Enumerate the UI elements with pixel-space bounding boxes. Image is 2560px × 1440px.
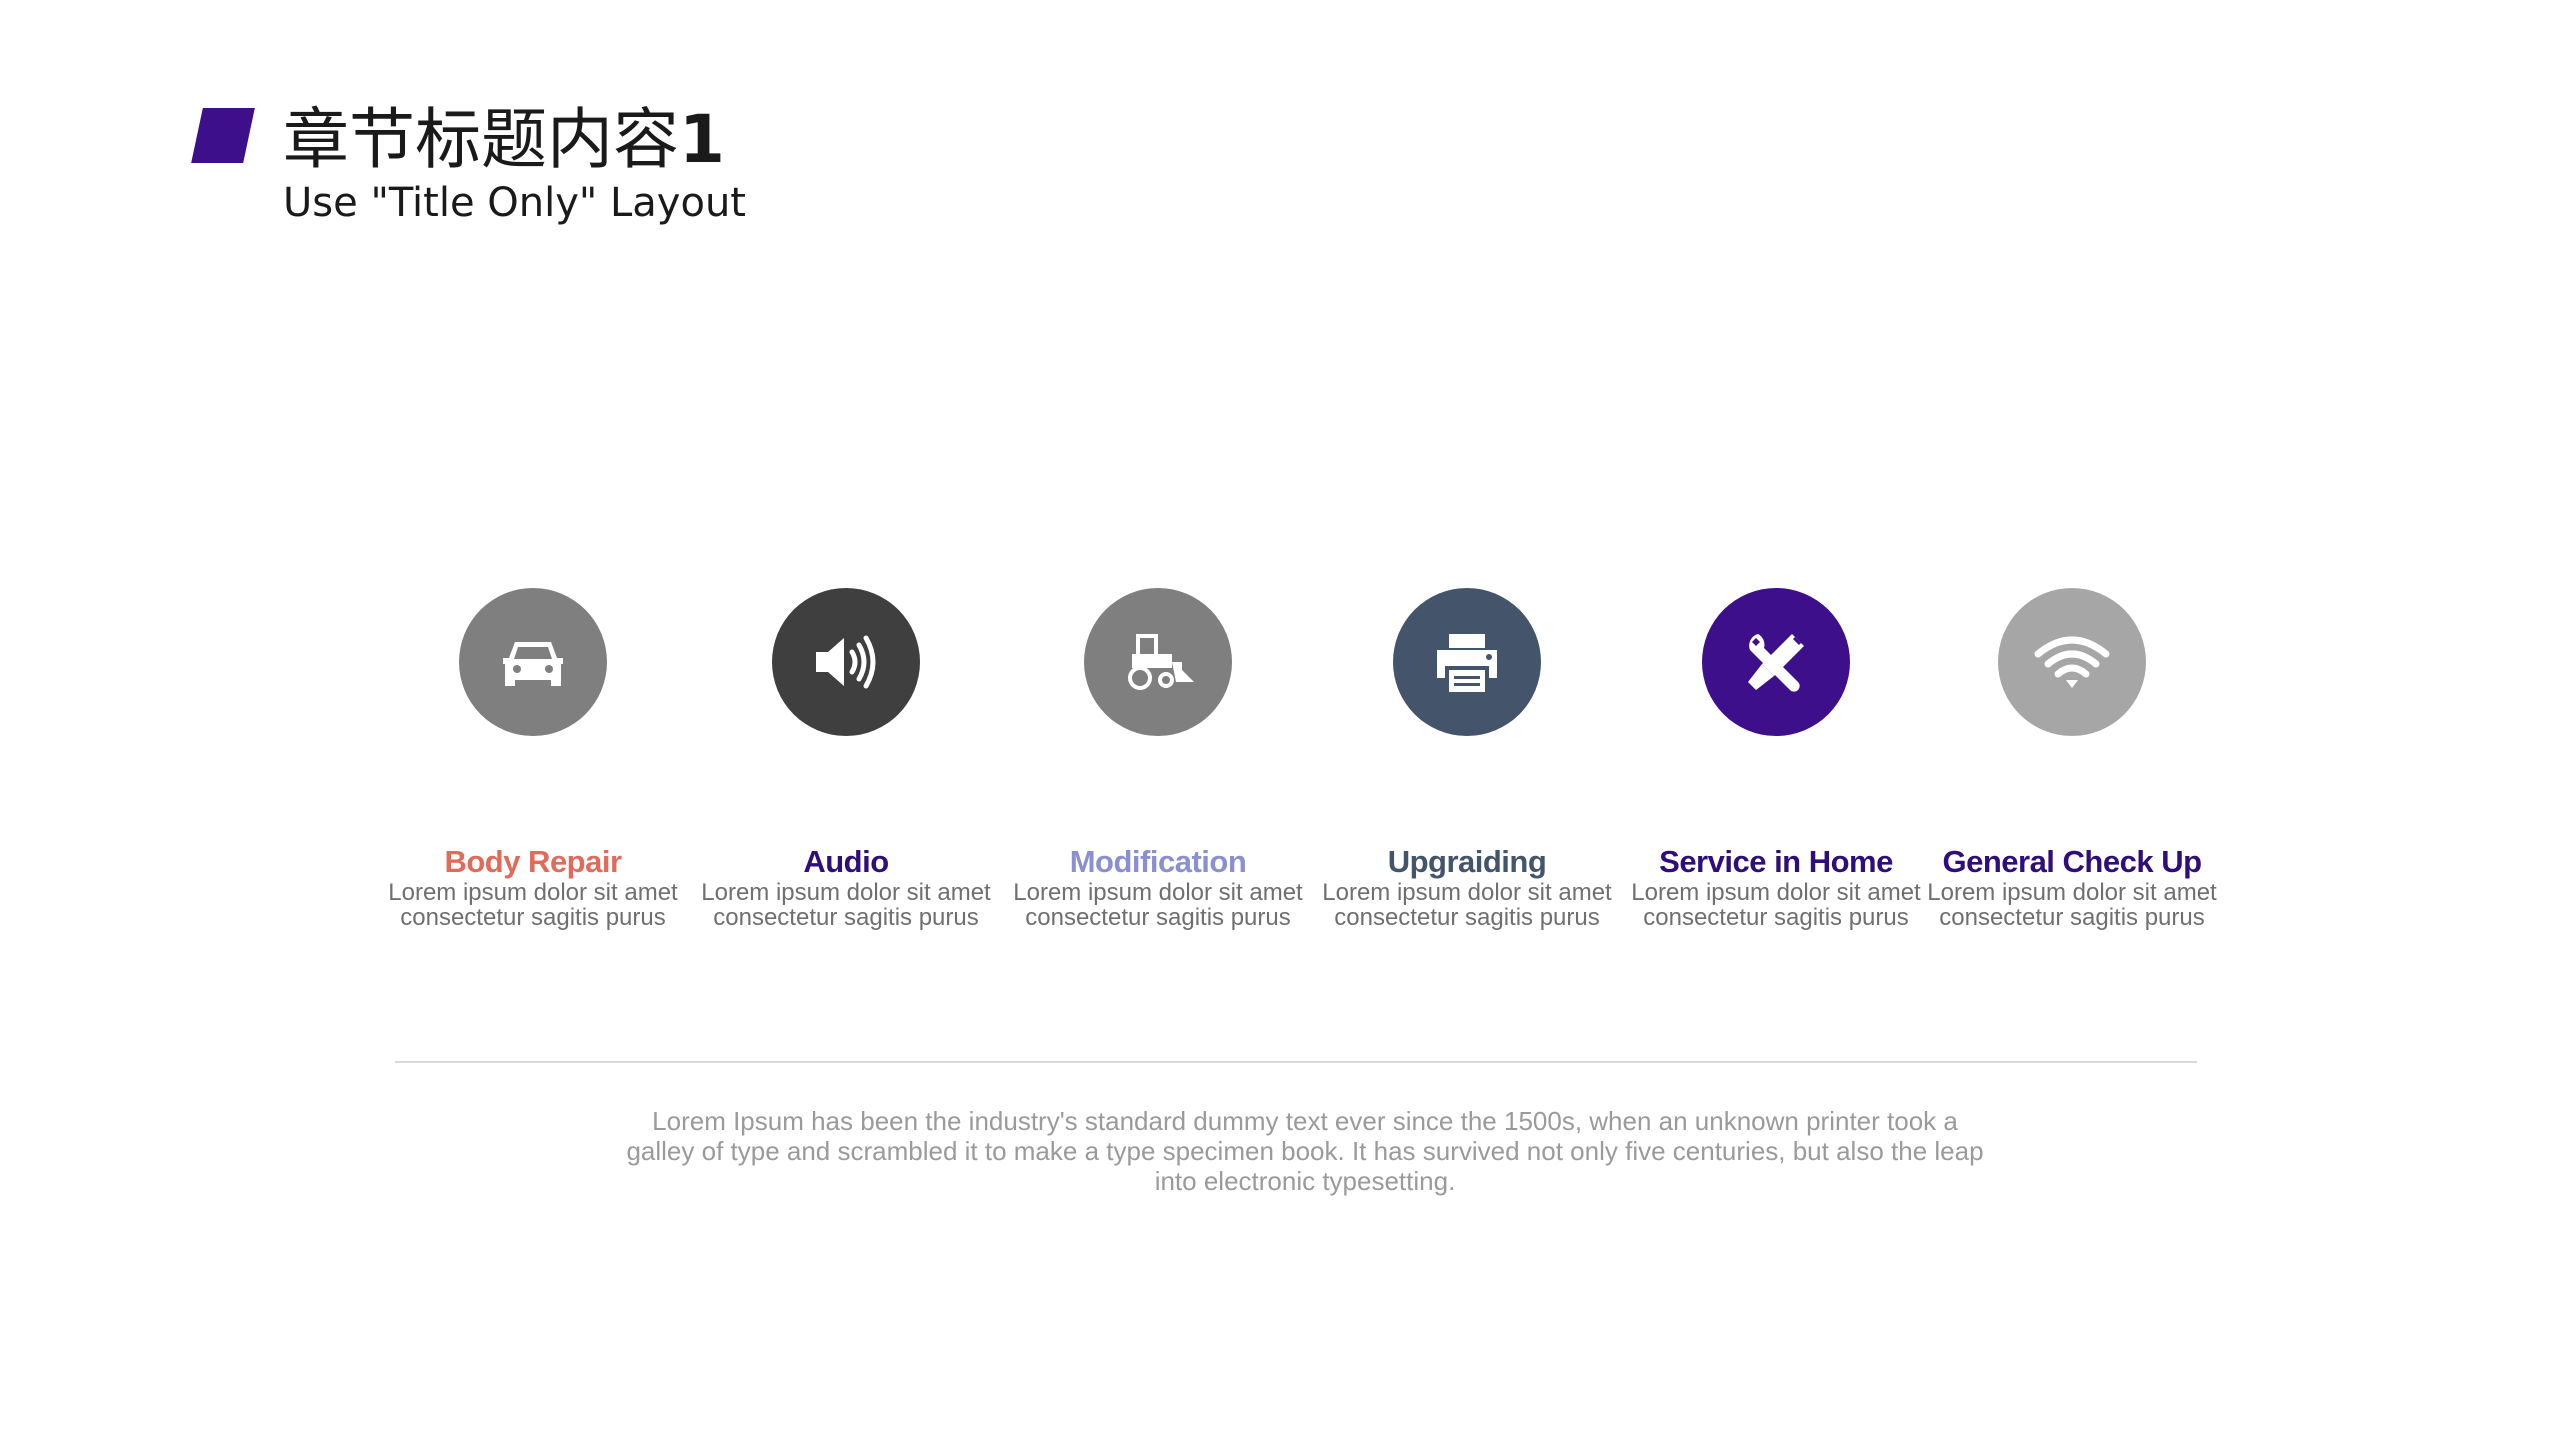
service-description: Lorem ipsum dolor sit amet consectetur s… [1631,879,1921,931]
title-number: 1 [679,101,725,178]
page-subtitle: Use "Title Only" Layout [283,180,746,226]
service-circle-modification [1084,588,1232,736]
service-item-audio: Audio Lorem ipsum dolor sit amet consect… [701,842,991,930]
service-circle-audio [772,588,920,736]
bulldozer-icon [1128,634,1194,690]
service-description: Lorem ipsum dolor sit amet consectetur s… [1927,879,2217,931]
service-item-modification: Modification Lorem ipsum dolor sit amet … [1013,842,1303,930]
service-item-body-repair: Body Repair Lorem ipsum dolor sit amet c… [388,842,678,930]
title-accent-mark [191,108,255,163]
service-circle-body-repair [459,588,607,736]
page-title: 章节标题内容1 [283,100,725,180]
service-item-service-in-home: Service in Home Lorem ipsum dolor sit am… [1631,842,1921,930]
service-circle-general-check-up [1998,588,2146,736]
service-title: Modification [1069,844,1247,879]
car-icon [503,642,563,686]
service-title: Body Repair [444,844,622,879]
slide: 章节标题内容1 Use "Title Only" Layout Body Rep… [0,0,2560,1440]
footer-paragraph: Lorem Ipsum has been the industry's stan… [626,1106,1984,1196]
service-description: Lorem ipsum dolor sit amet consectetur s… [1013,879,1303,931]
service-title: General Check Up [1942,844,2202,879]
speaker-icon [816,635,876,689]
service-item-general-check-up: General Check Up Lorem ipsum dolor sit a… [1927,842,2217,930]
service-description: Lorem ipsum dolor sit amet consectetur s… [701,879,991,931]
service-circle-upgraiding [1393,588,1541,736]
title-text: 章节标题内容 [283,101,679,178]
service-circle-service-in-home [1702,588,1850,736]
service-item-upgraiding: Upgraiding Lorem ipsum dolor sit amet co… [1322,842,1612,930]
divider [395,1061,2197,1063]
service-description: Lorem ipsum dolor sit amet consectetur s… [1322,879,1612,931]
service-title: Service in Home [1659,844,1893,879]
service-title: Upgraiding [1387,844,1547,879]
printer-icon [1437,634,1497,692]
tools-icon [1748,634,1804,692]
service-title: Audio [803,844,889,879]
wifi-icon [2034,636,2110,688]
service-description: Lorem ipsum dolor sit amet consectetur s… [388,879,678,931]
